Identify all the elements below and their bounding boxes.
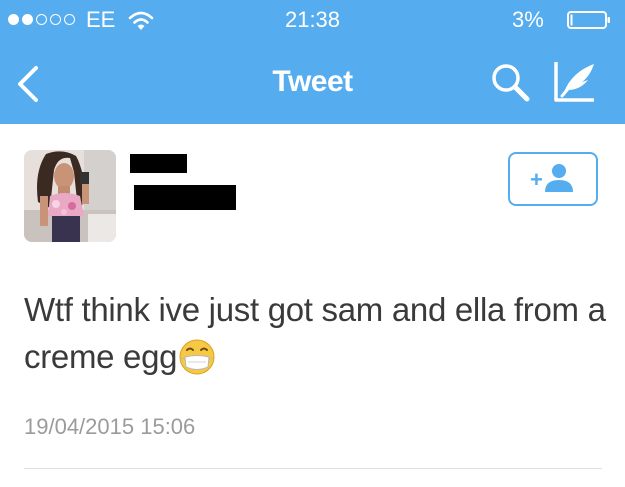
- divider: [24, 468, 602, 469]
- avatar[interactable]: [24, 150, 116, 242]
- navigation-bar: Tweet: [0, 44, 625, 124]
- redacted-username: [134, 185, 236, 210]
- tweet-body: Wtf think ive just got sam and ella from…: [24, 286, 614, 380]
- face-with-medical-mask-emoji: [179, 339, 215, 375]
- add-person-icon: +: [530, 164, 573, 192]
- tweet-detail-screen: EE 21:38 3% Tweet + Wtf think ive just g…: [0, 0, 625, 487]
- tweet-text: Wtf think ive just got sam and ella from…: [24, 291, 606, 375]
- status-bar: EE 21:38 3%: [0, 0, 625, 44]
- battery-icon: [567, 11, 610, 29]
- profile-photo: [24, 150, 116, 242]
- tweet-timestamp: 19/04/2015 15:06: [24, 414, 196, 439]
- follow-plus-label: +: [530, 167, 543, 192]
- top-bar: EE 21:38 3% Tweet: [0, 0, 625, 124]
- follow-button[interactable]: +: [508, 152, 598, 206]
- compose-icon[interactable]: [550, 58, 600, 104]
- battery-percent: 3%: [512, 7, 544, 32]
- redacted-display-name: [130, 154, 187, 173]
- search-icon[interactable]: [488, 60, 532, 104]
